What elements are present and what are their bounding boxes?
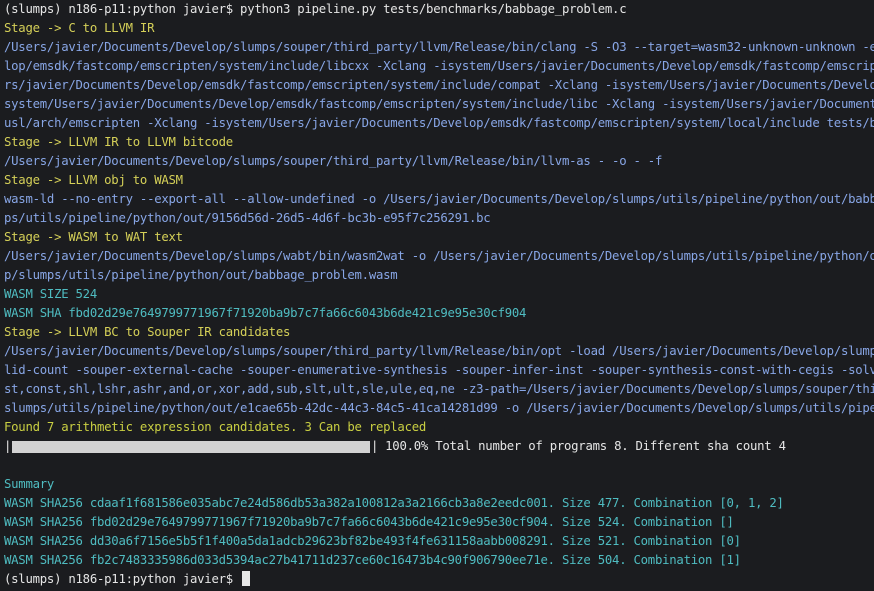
progress-percent: 100.0% [385, 439, 429, 453]
cmd-output-line: system/Users/javier/Documents/Develop/em… [4, 97, 874, 111]
cmd-output-line: lid-count -souper-external-cache -souper… [4, 363, 874, 377]
info-output-line: WASM SIZE 524 [4, 287, 97, 301]
stage-output-line: Stage -> LLVM IR to LLVM bitcode [4, 135, 233, 149]
summary-line: WASM SHA256 dd30a6f7156e5b5f1f400a5da1ad… [4, 534, 741, 548]
cmd-output-line: p/slumps/utils/pipeline/python/out/babba… [4, 268, 398, 282]
cmd-output-line: /Users/javier/Documents/Develop/slumps/s… [4, 344, 874, 358]
summary-list: WASM SHA256 cdaaf1f681586e035abc7e24d586… [4, 494, 874, 570]
stage-output-line: Stage -> WASM to WAT text [4, 230, 183, 244]
summary-line: WASM SHA256 cdaaf1f681586e035abc7e24d586… [4, 496, 784, 510]
found-output-line: Found 7 arithmetic expression candidates… [4, 420, 427, 434]
cmd-output-line: /Users/javier/Documents/Develop/slumps/s… [4, 154, 663, 168]
summary-line: WASM SHA256 fbd02d29e7649799771967f71920… [4, 515, 734, 529]
summary-line: WASM SHA256 fb2c7483335986d033d5394ac27b… [4, 553, 741, 567]
progress-bar-left-edge: | [4, 439, 12, 453]
progress-line: | | 100.0% Total number of programs 8. Di… [4, 437, 874, 456]
text-cursor [242, 571, 251, 586]
cmd-output-line: rs/javier/Documents/Develop/emsdk/fastco… [4, 78, 874, 92]
prompt-text: (slumps) n186-p11:python javier$ [4, 572, 241, 586]
summary-title: Summary [4, 477, 55, 491]
current-prompt-line[interactable]: (slumps) n186-p11:python javier$ [4, 570, 874, 589]
progress-bar-fill [12, 440, 370, 453]
cmd-output-line: /Users/javier/Documents/Develop/slumps/w… [4, 249, 874, 263]
info-output-line: WASM SHA fbd02d29e7649799771967f71920ba9… [4, 306, 527, 320]
cmd-output-line: wasm-ld --no-entry --export-all --allow-… [4, 192, 874, 206]
progress-bar [12, 440, 370, 453]
pipeline-output: Stage -> C to LLVM IR/Users/javier/Docum… [4, 19, 874, 437]
terminal-window[interactable]: (slumps) n186-p11:python javier$ python3… [0, 0, 874, 591]
command-prompt-line: (slumps) n186-p11:python javier$ python3… [4, 2, 627, 16]
cmd-output-line: lop/emsdk/fastcomp/emscripten/system/inc… [4, 59, 874, 73]
cmd-output-line: ps/utils/pipeline/python/out/9156d56d-26… [4, 211, 491, 225]
stage-output-line: Stage -> C to LLVM IR [4, 21, 155, 35]
stage-output-line: Stage -> LLVM BC to Souper IR candidates [4, 325, 291, 339]
cmd-output-line: slumps/utils/pipeline/python/out/e1cae65… [4, 401, 874, 415]
progress-text: Total number of programs 8. Different sh… [435, 439, 786, 453]
cmd-output-line: /Users/javier/Documents/Develop/slumps/s… [4, 40, 874, 54]
stage-output-line: Stage -> LLVM obj to WASM [4, 173, 183, 187]
cmd-output-line: st,const,shl,lshr,ashr,and,or,xor,add,su… [4, 382, 874, 396]
cmd-output-line: usl/arch/emscripten -Xclang -isystem/Use… [4, 116, 874, 130]
progress-bar-right-edge: | [371, 439, 379, 453]
